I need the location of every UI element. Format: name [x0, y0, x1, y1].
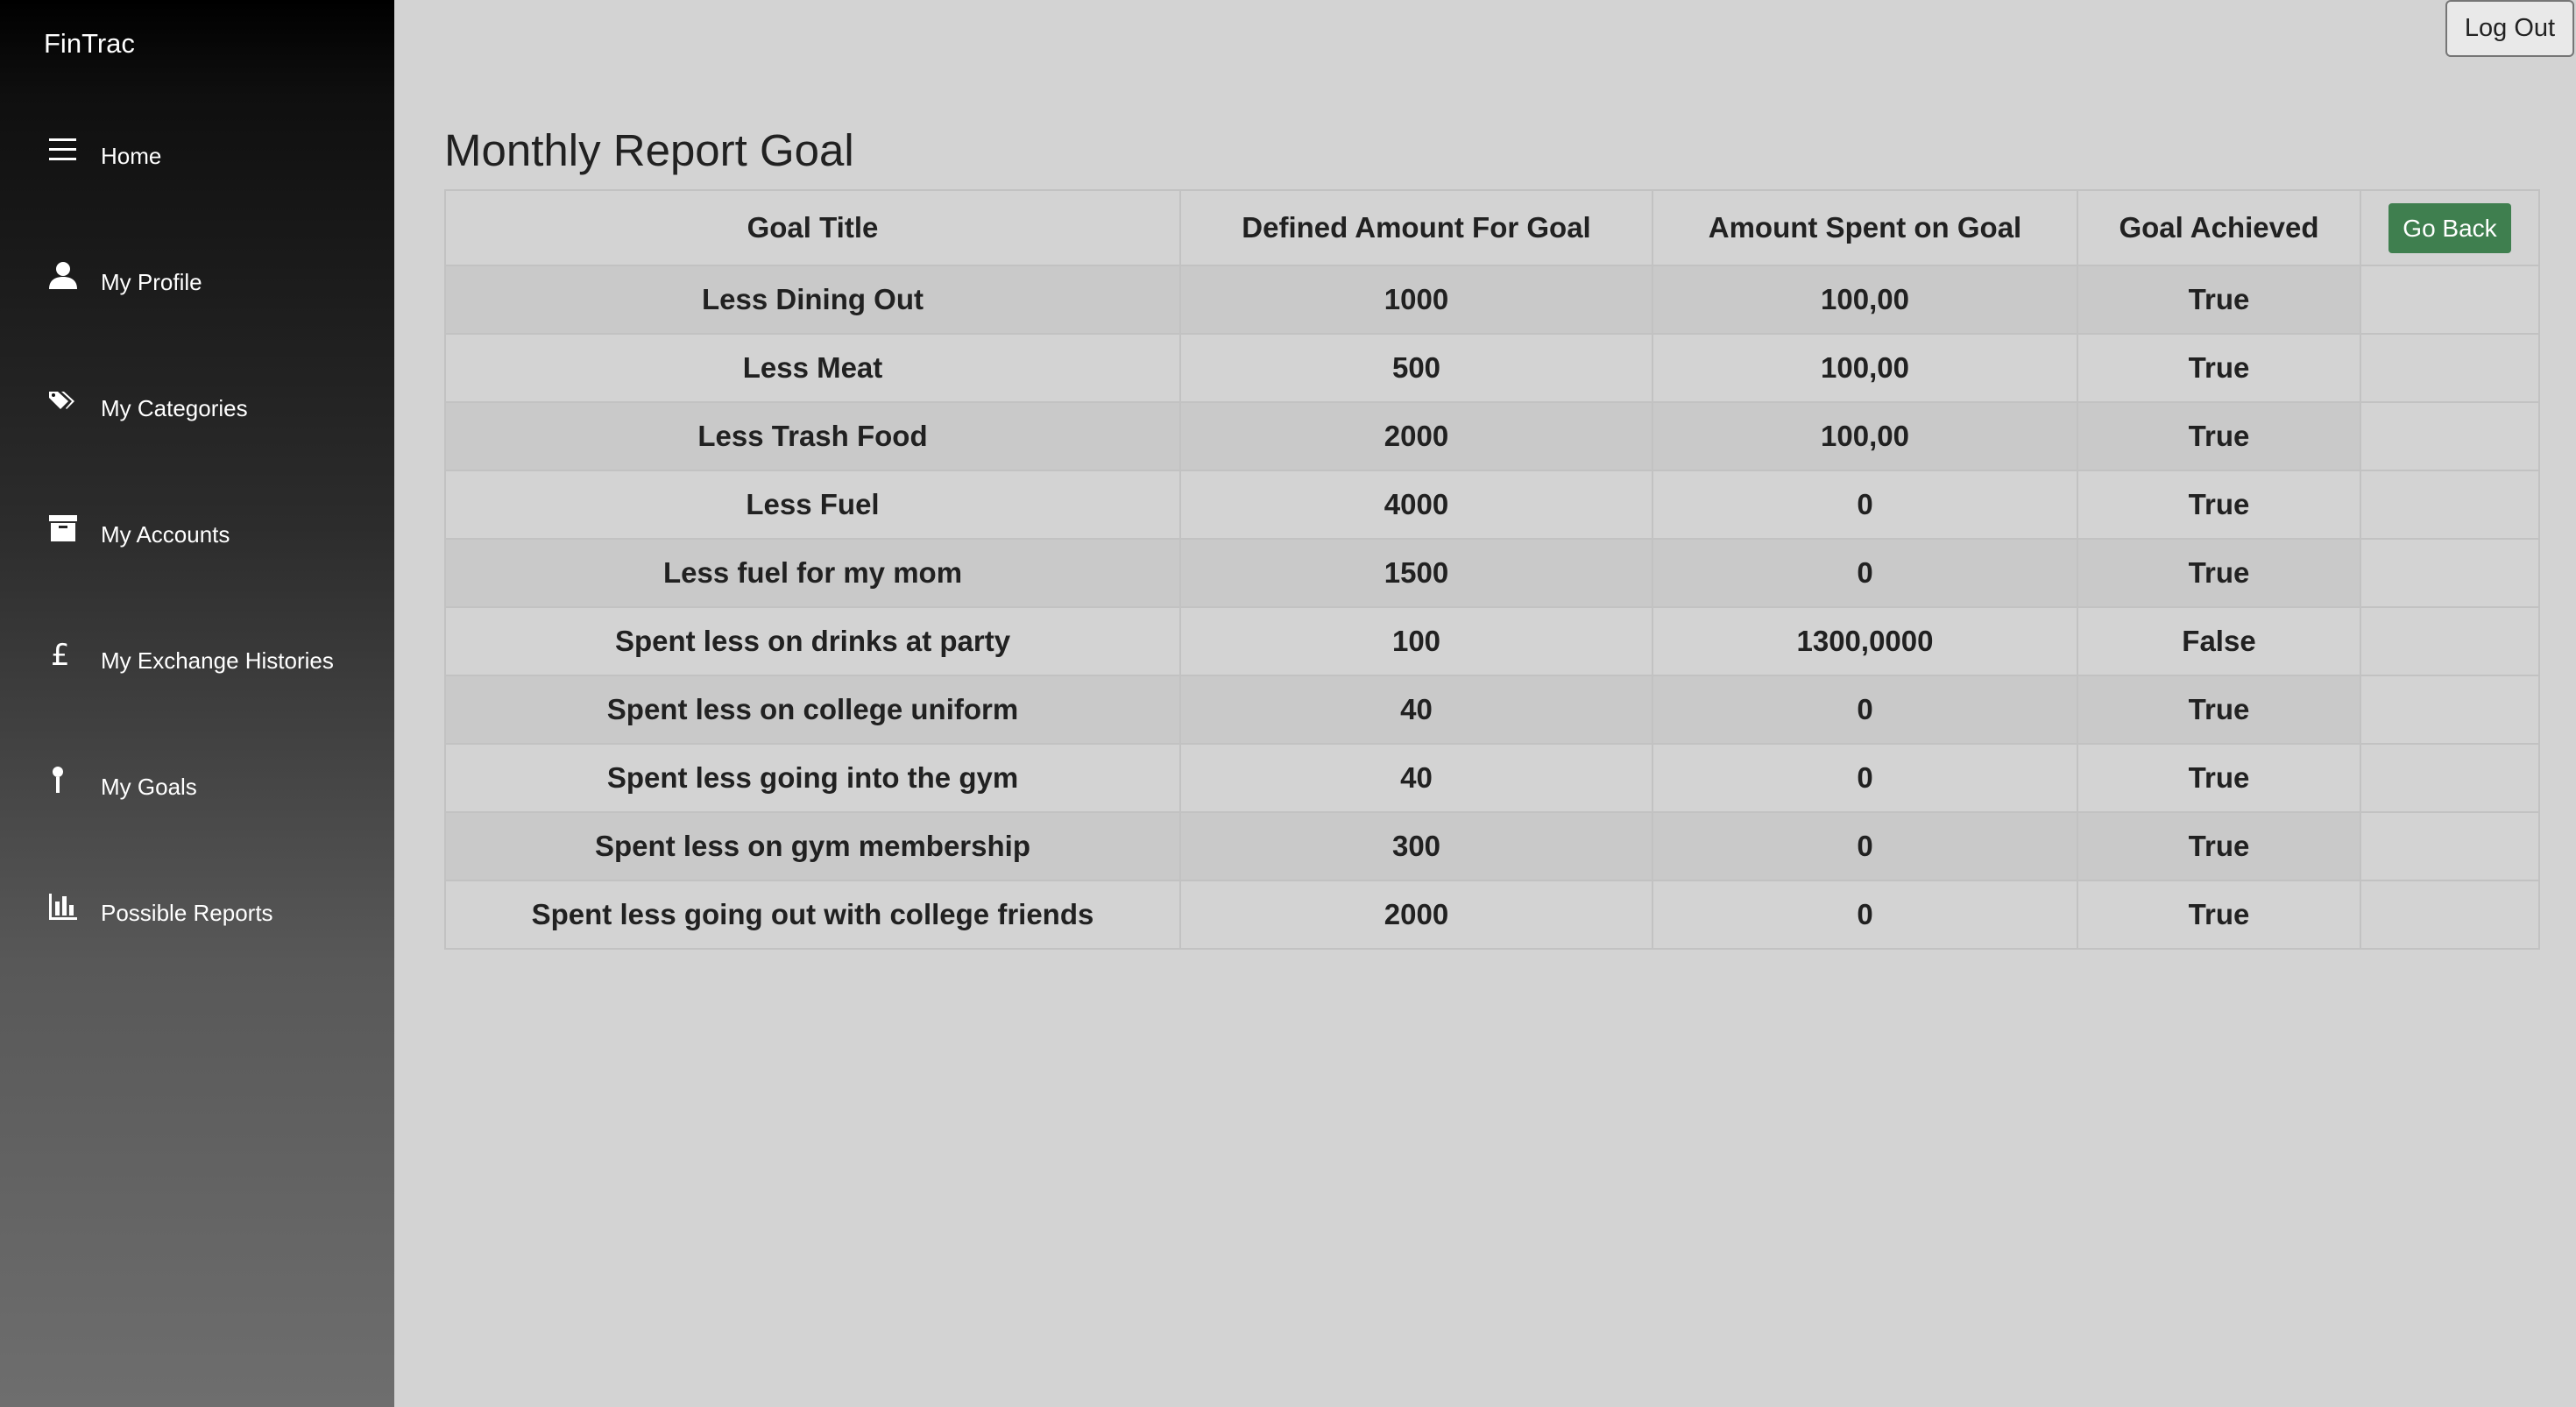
empty-cell — [2360, 401, 2540, 471]
table-row: Spent less on gym membership 300 0 True — [444, 811, 2540, 881]
amount-spent-cell: 0 — [1652, 675, 2078, 745]
table-row: Less Fuel 4000 0 True — [444, 470, 2540, 540]
page-title: Monthly Report Goal — [444, 125, 854, 175]
sidebar-item-label: Home — [101, 143, 162, 169]
sidebar-item-label: My Profile — [101, 269, 202, 295]
goal-achieved-cell: True — [2077, 675, 2361, 745]
amount-spent-cell: 0 — [1652, 880, 2078, 950]
table-row: Spent less on drinks at party 100 1300,0… — [444, 606, 2540, 676]
goals-table: Goal Title Defined Amount For Goal Amoun… — [444, 189, 2540, 950]
amount-spent-cell: 0 — [1652, 470, 2078, 540]
goal-title-cell: Spent less going into the gym — [444, 743, 1181, 813]
goal-title-cell: Spent less on drinks at party — [444, 606, 1181, 676]
sidebar-item-my-accounts[interactable]: My Accounts — [0, 497, 394, 567]
amount-spent-cell: 0 — [1652, 538, 2078, 608]
defined-amount-cell: 2000 — [1179, 880, 1653, 950]
goal-title-cell: Spent less on gym membership — [444, 811, 1181, 881]
table-row: Less fuel for my mom 1500 0 True — [444, 538, 2540, 608]
table-row: Less Meat 500 100,00 True — [444, 333, 2540, 403]
amount-spent-cell: 100,00 — [1652, 265, 2078, 335]
empty-cell — [2360, 743, 2540, 813]
empty-cell — [2360, 333, 2540, 403]
table-header-row: Goal Title Defined Amount For Goal Amoun… — [444, 189, 2540, 266]
goal-achieved-cell: False — [2077, 606, 2361, 676]
archive-icon — [47, 513, 79, 544]
defined-amount-cell: 40 — [1179, 675, 1653, 745]
sidebar-item-home[interactable]: Home — [0, 118, 394, 188]
column-header-goal-achieved: Goal Achieved — [2077, 189, 2361, 266]
menu-icon — [47, 134, 79, 166]
defined-amount-cell: 500 — [1179, 333, 1653, 403]
amount-spent-cell: 100,00 — [1652, 333, 2078, 403]
goal-achieved-cell: True — [2077, 333, 2361, 403]
pound-icon: £ — [47, 639, 79, 670]
column-header-goal-title: Goal Title — [444, 189, 1181, 266]
empty-cell — [2360, 470, 2540, 540]
sidebar-item-label: My Exchange Histories — [101, 647, 334, 674]
goal-title-cell: Spent less on college uniform — [444, 675, 1181, 745]
sidebar-item-my-categories[interactable]: My Categories — [0, 371, 394, 441]
table-row: Spent less going out with college friend… — [444, 880, 2540, 950]
defined-amount-cell: 100 — [1179, 606, 1653, 676]
empty-cell — [2360, 675, 2540, 745]
goal-title-cell: Spent less going out with college friend… — [444, 880, 1181, 950]
defined-amount-cell: 1500 — [1179, 538, 1653, 608]
sidebar-item-label: My Goals — [101, 774, 197, 800]
defined-amount-cell: 2000 — [1179, 401, 1653, 471]
sidebar-item-label: My Accounts — [101, 521, 230, 548]
go-back-cell: Go Back — [2360, 189, 2540, 266]
sidebar-item-my-profile[interactable]: My Profile — [0, 244, 394, 315]
goal-achieved-cell: True — [2077, 743, 2361, 813]
empty-cell — [2360, 538, 2540, 608]
sidebar-item-my-exchange-histories[interactable]: £ My Exchange Histories — [0, 623, 394, 693]
pin-icon — [47, 765, 79, 796]
goal-title-cell: Less Dining Out — [444, 265, 1181, 335]
goal-title-cell: Less fuel for my mom — [444, 538, 1181, 608]
empty-cell — [2360, 606, 2540, 676]
go-back-button[interactable]: Go Back — [2388, 202, 2511, 253]
goal-achieved-cell: True — [2077, 265, 2361, 335]
sidebar: FinTrac Home My Profile My Categories My… — [0, 0, 394, 1407]
logout-button[interactable]: Log Out — [2445, 0, 2574, 57]
goal-title-cell: Less Fuel — [444, 470, 1181, 540]
defined-amount-cell: 4000 — [1179, 470, 1653, 540]
table-row: Spent less on college uniform 40 0 True — [444, 675, 2540, 745]
empty-cell — [2360, 811, 2540, 881]
table-row: Less Dining Out 1000 100,00 True — [444, 265, 2540, 335]
tags-icon — [47, 386, 79, 418]
empty-cell — [2360, 265, 2540, 335]
table-row: Spent less going into the gym 40 0 True — [444, 743, 2540, 813]
column-header-defined-amount: Defined Amount For Goal — [1179, 189, 1653, 266]
defined-amount-cell: 300 — [1179, 811, 1653, 881]
amount-spent-cell: 100,00 — [1652, 401, 2078, 471]
empty-cell — [2360, 880, 2540, 950]
sidebar-item-label: My Categories — [101, 395, 248, 421]
goal-title-cell: Less Meat — [444, 333, 1181, 403]
column-header-amount-spent: Amount Spent on Goal — [1652, 189, 2078, 266]
table-row: Less Trash Food 2000 100,00 True — [444, 401, 2540, 471]
svg-text:£: £ — [51, 639, 70, 670]
amount-spent-cell: 1300,0000 — [1652, 606, 2078, 676]
goal-achieved-cell: True — [2077, 538, 2361, 608]
sidebar-item-my-goals[interactable]: My Goals — [0, 749, 394, 819]
goal-achieved-cell: True — [2077, 470, 2361, 540]
sidebar-item-possible-reports[interactable]: Possible Reports — [0, 875, 394, 945]
amount-spent-cell: 0 — [1652, 811, 2078, 881]
amount-spent-cell: 0 — [1652, 743, 2078, 813]
sidebar-item-label: Possible Reports — [101, 900, 273, 926]
goal-achieved-cell: True — [2077, 880, 2361, 950]
goal-achieved-cell: True — [2077, 401, 2361, 471]
goal-title-cell: Less Trash Food — [444, 401, 1181, 471]
brand-logo-text[interactable]: FinTrac — [44, 26, 135, 61]
defined-amount-cell: 40 — [1179, 743, 1653, 813]
goal-achieved-cell: True — [2077, 811, 2361, 881]
bar-chart-icon — [47, 891, 79, 923]
user-icon — [47, 260, 79, 292]
defined-amount-cell: 1000 — [1179, 265, 1653, 335]
